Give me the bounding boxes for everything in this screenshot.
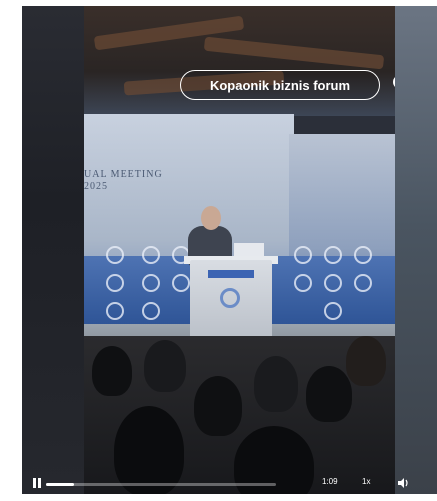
- speed-button[interactable]: 1x: [362, 477, 370, 486]
- volume-icon[interactable]: [397, 477, 409, 491]
- podium-logo: [220, 288, 240, 308]
- progress-fill: [46, 483, 74, 486]
- screen-line-1: UAL MEETING: [84, 169, 163, 180]
- podium-sign: [208, 270, 254, 278]
- search-query-pill[interactable]: Kopaonik biznis forum: [180, 70, 380, 100]
- audience: [84, 336, 395, 494]
- right-blur-border: [395, 6, 437, 494]
- player-controls: 1:09 1x: [22, 474, 437, 494]
- search-query-text: Kopaonik biznis forum: [209, 77, 351, 93]
- video-player[interactable]: UAL MEETING 2025 Kopaonik biznis forum 1…: [22, 6, 437, 494]
- speaker-head: [201, 206, 221, 230]
- left-blur-border: [22, 6, 84, 494]
- screen-caption: UAL MEETING 2025: [84, 169, 163, 193]
- pause-icon[interactable]: [32, 477, 42, 491]
- progress-bar[interactable]: [46, 483, 276, 486]
- video-frame[interactable]: UAL MEETING 2025 Kopaonik biznis forum: [84, 6, 395, 494]
- screen-line-2: 2025: [84, 181, 108, 192]
- search-button[interactable]: [386, 70, 395, 102]
- time-label: 1:09: [322, 477, 338, 486]
